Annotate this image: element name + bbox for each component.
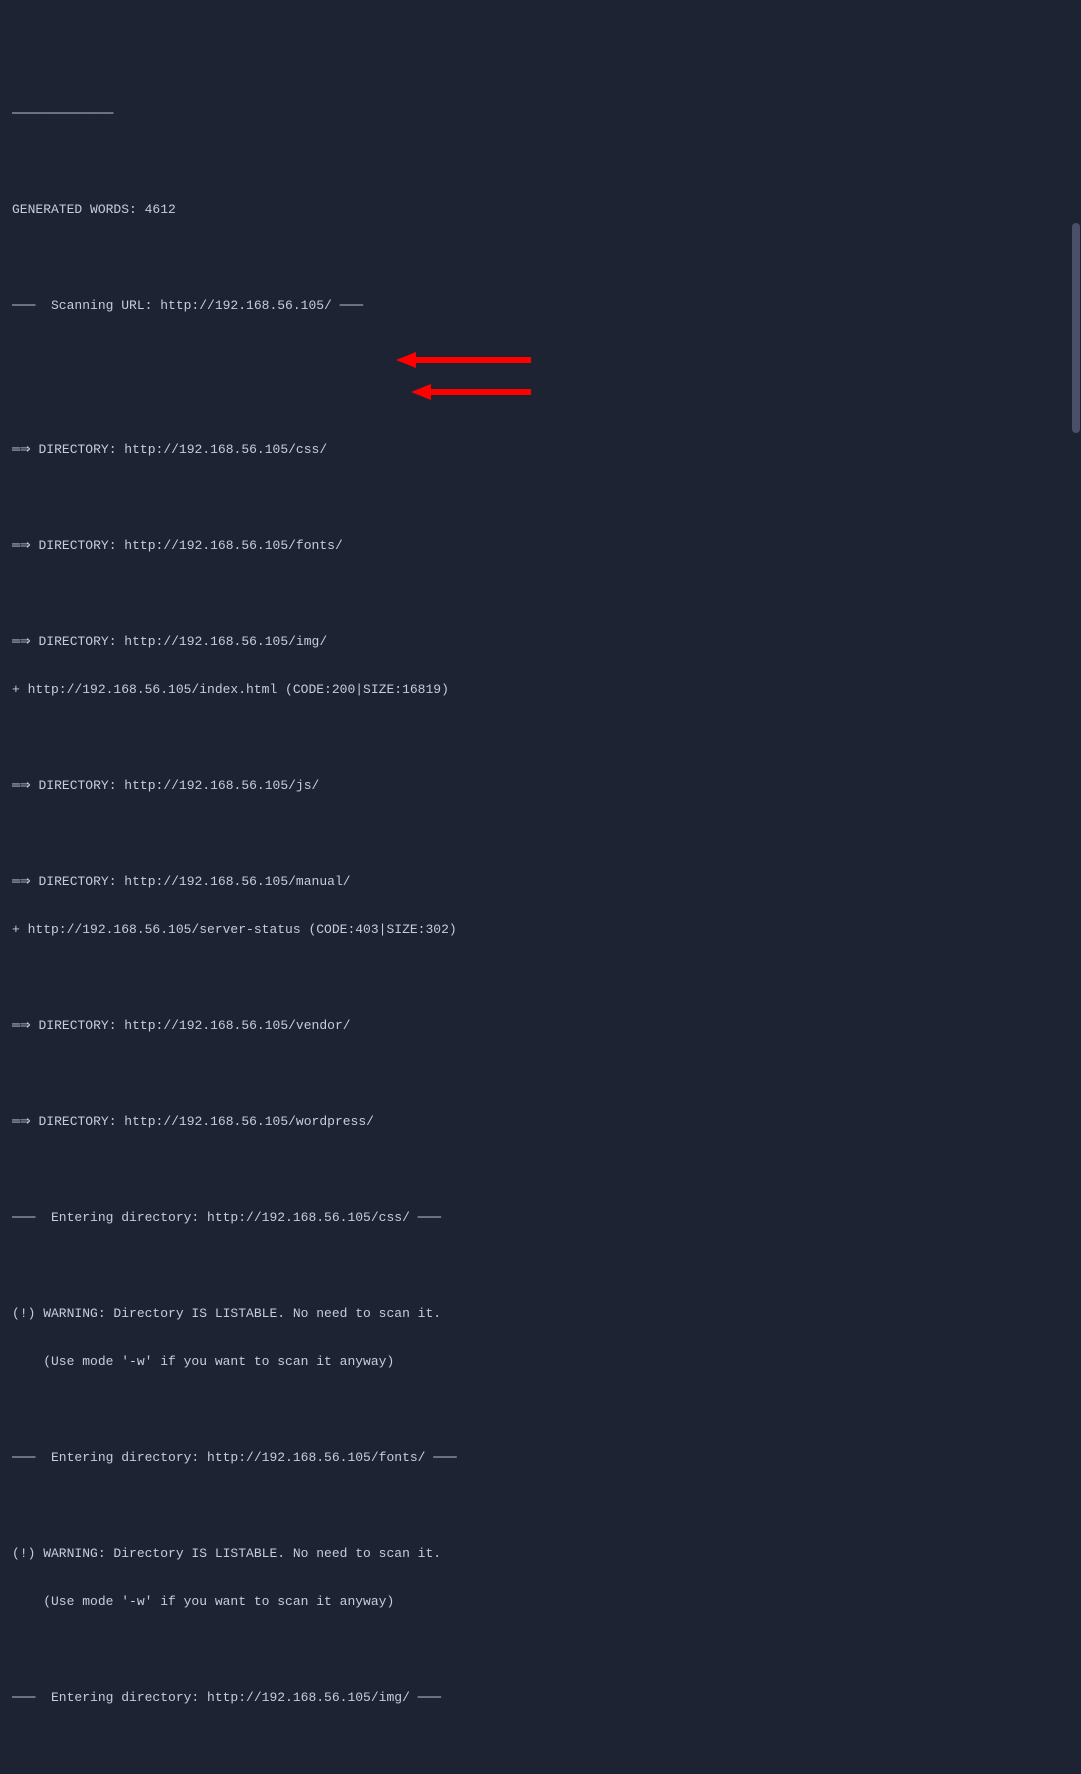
line-11: ═⇒ DIRECTORY: http://192.168.56.105/img/ (12, 634, 1069, 650)
line-18 (12, 970, 1069, 986)
line-17: + http://192.168.56.105/server-status (C… (12, 922, 1069, 938)
terminal-output: ───────────── GENERATED WORDS: 4612 ─── … (12, 74, 1069, 1774)
line-25: (!) WARNING: Directory IS LISTABLE. No n… (12, 1306, 1069, 1322)
line-31: (Use mode '-w' if you want to scan it an… (12, 1594, 1069, 1610)
arrow-left-icon (396, 352, 531, 368)
line-8 (12, 490, 1069, 506)
line-5 (12, 346, 1069, 362)
line-13 (12, 730, 1069, 746)
line-19: ═⇒ DIRECTORY: http://192.168.56.105/vend… (12, 1018, 1069, 1034)
line-16: ═⇒ DIRECTORY: http://192.168.56.105/manu… (12, 874, 1069, 890)
scrollbar-track[interactable] (1071, 0, 1081, 887)
line-34 (12, 1738, 1069, 1754)
line-1 (12, 154, 1069, 170)
line-7: ═⇒ DIRECTORY: http://192.168.56.105/css/ (12, 442, 1069, 458)
line-9: ═⇒ DIRECTORY: http://192.168.56.105/font… (12, 538, 1069, 554)
line-21: ═⇒ DIRECTORY: http://192.168.56.105/word… (12, 1114, 1069, 1130)
line-22 (12, 1162, 1069, 1178)
line-3 (12, 250, 1069, 266)
annotation-arrow-wordpress (395, 368, 531, 405)
line-15 (12, 826, 1069, 842)
line-4: ─── Scanning URL: http://192.168.56.105/… (12, 298, 1069, 314)
scrollbar-thumb[interactable] (1072, 223, 1080, 433)
line-0: ───────────── (12, 106, 1069, 122)
line-33: ─── Entering directory: http://192.168.5… (12, 1690, 1069, 1706)
line-27 (12, 1402, 1069, 1418)
line-26: (Use mode '-w' if you want to scan it an… (12, 1354, 1069, 1370)
line-32 (12, 1642, 1069, 1658)
line-20 (12, 1066, 1069, 1082)
line-6 (12, 394, 1069, 410)
line-10 (12, 586, 1069, 602)
line-28: ─── Entering directory: http://192.168.5… (12, 1450, 1069, 1466)
line-14: ═⇒ DIRECTORY: http://192.168.56.105/js/ (12, 778, 1069, 794)
line-12: + http://192.168.56.105/index.html (CODE… (12, 682, 1069, 698)
line-24 (12, 1258, 1069, 1274)
line-2: GENERATED WORDS: 4612 (12, 202, 1069, 218)
line-29 (12, 1498, 1069, 1514)
line-23: ─── Entering directory: http://192.168.5… (12, 1210, 1069, 1226)
arrow-left-icon (411, 384, 531, 400)
line-30: (!) WARNING: Directory IS LISTABLE. No n… (12, 1546, 1069, 1562)
